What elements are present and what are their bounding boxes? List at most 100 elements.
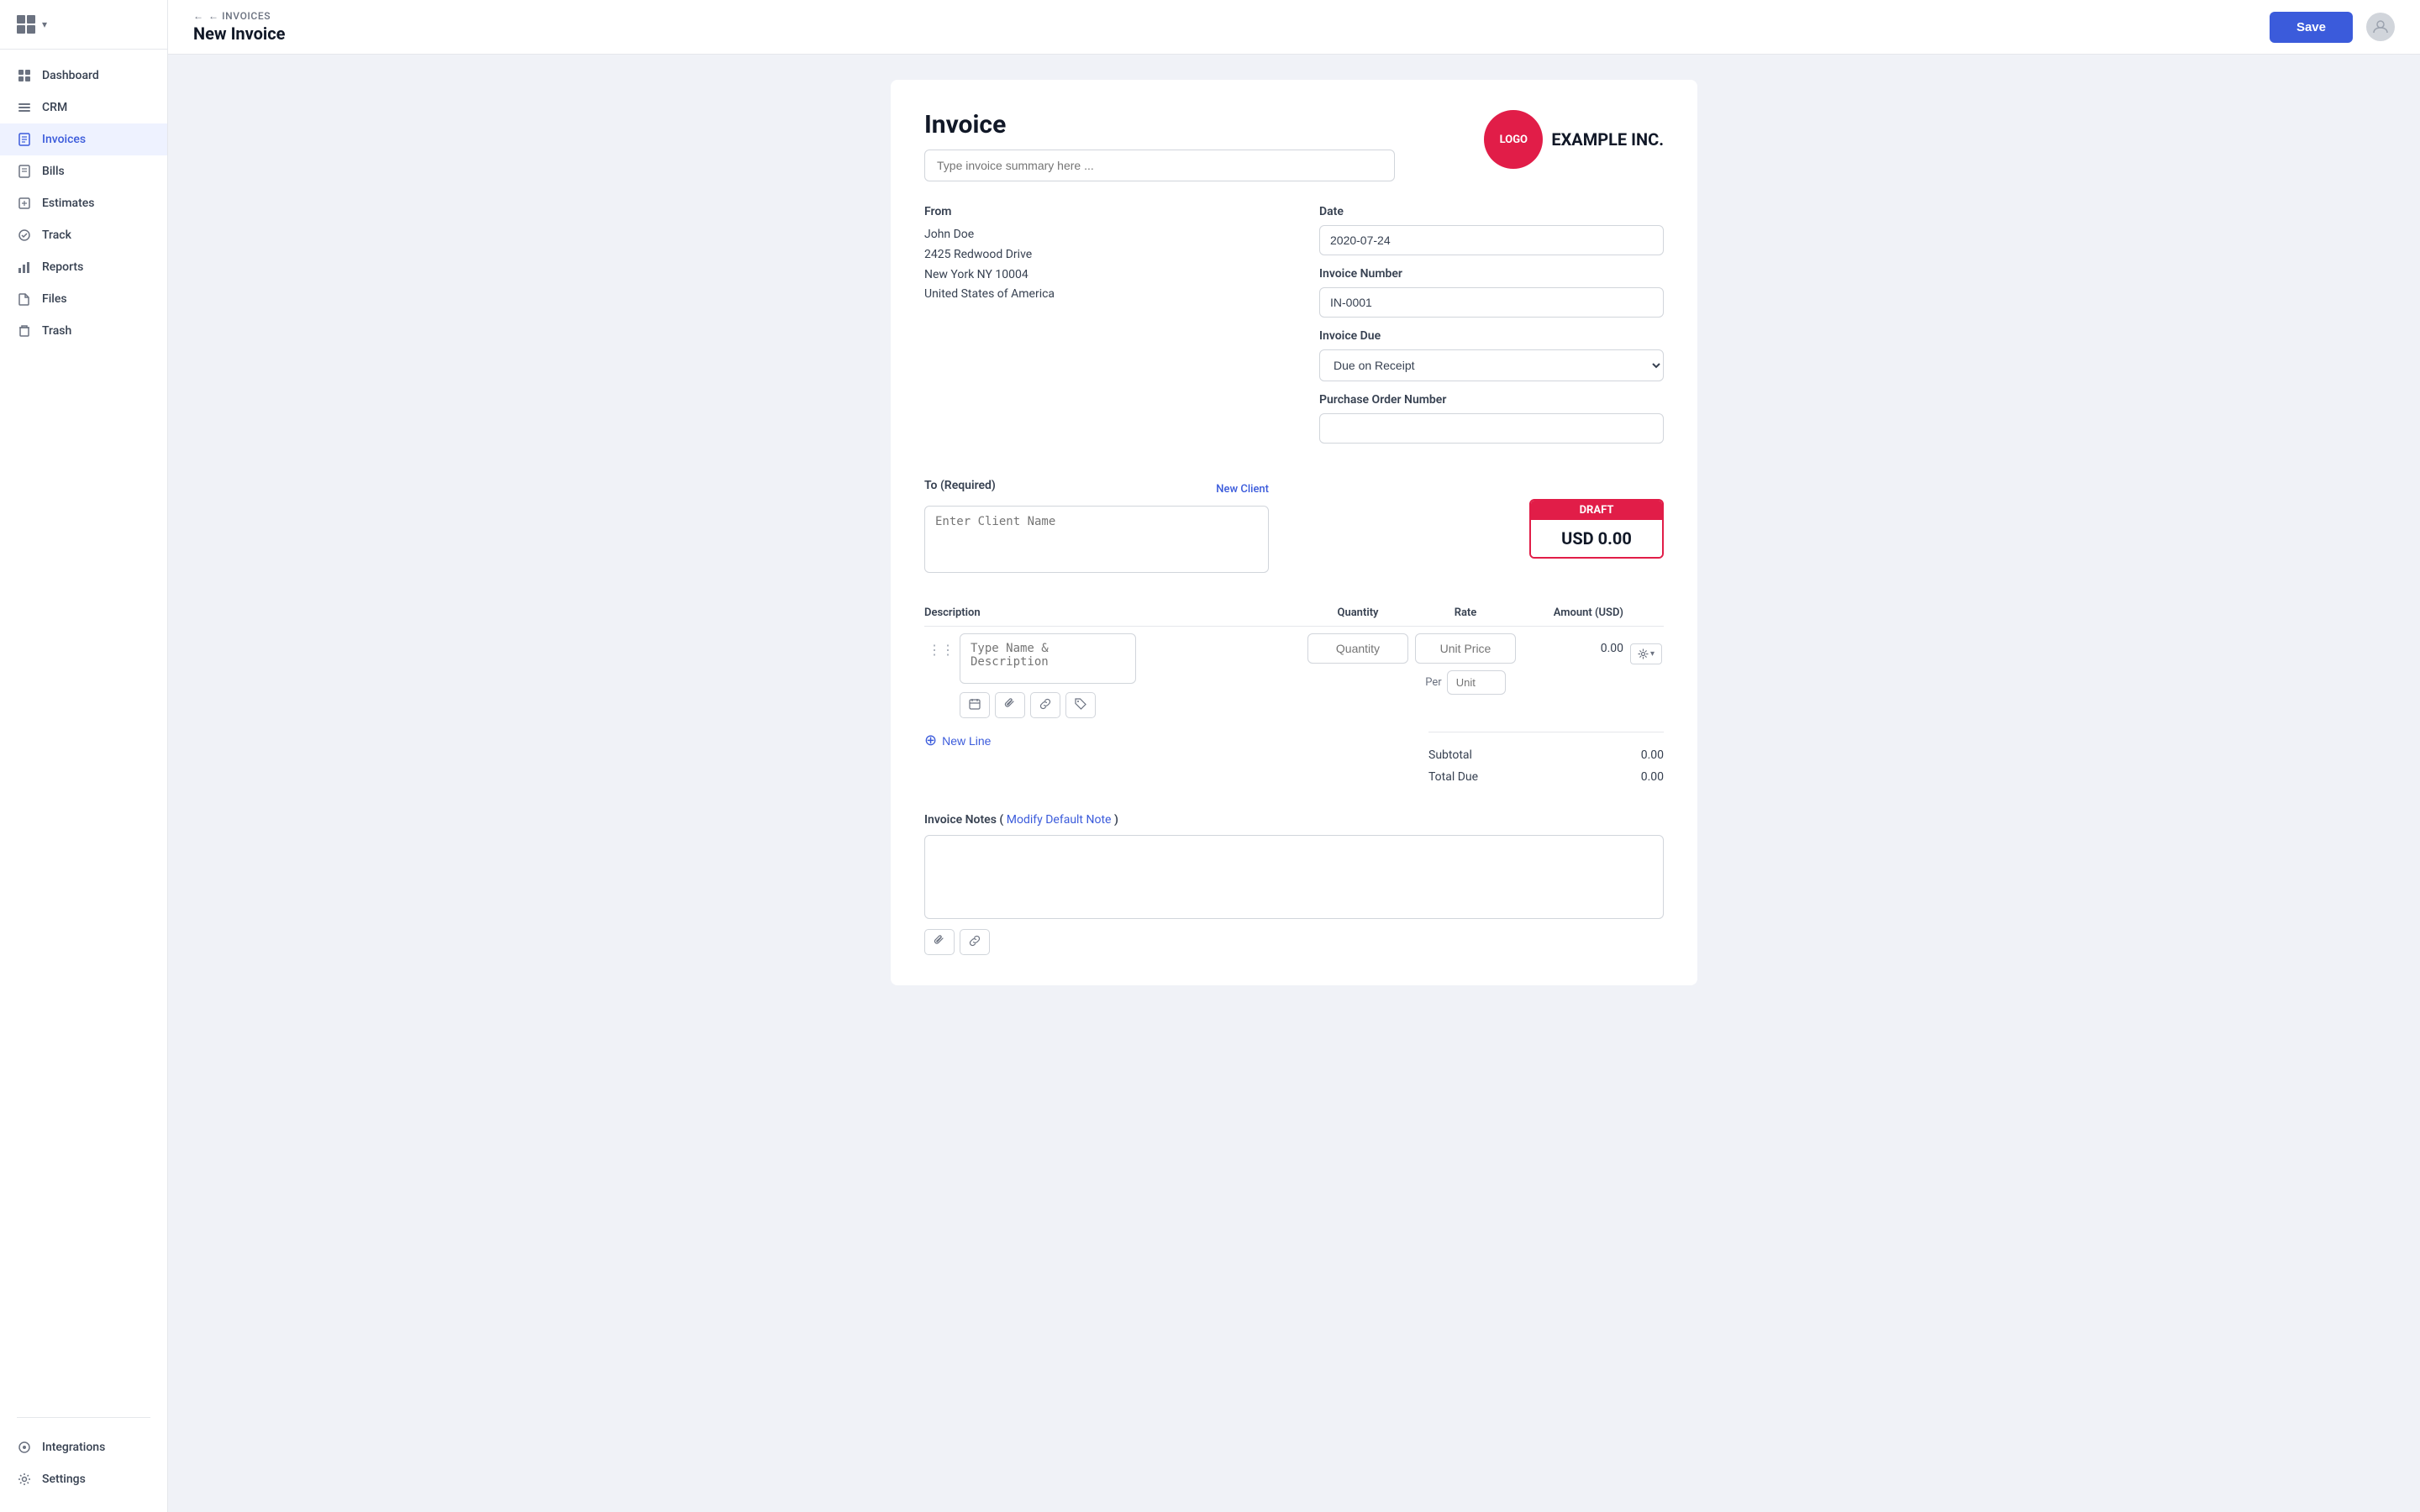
purchase-order-input[interactable] (1319, 413, 1664, 444)
draft-badge: DRAFT USD 0.00 (1529, 499, 1664, 559)
content-area: Invoice LOGO EXAMPLE INC. From John Doe … (168, 55, 2420, 1512)
modify-default-note-link[interactable]: Modify Default Note (1007, 813, 1112, 827)
sidebar-item-crm[interactable]: CRM (0, 92, 167, 123)
notes-toolbar (924, 929, 1664, 955)
trash-icon (17, 323, 32, 339)
total-due-row: Total Due 0.00 (1428, 766, 1664, 788)
item-toolbar (960, 692, 1301, 718)
sidebar-item-invoices[interactable]: Invoices (0, 123, 167, 155)
sidebar-item-settings[interactable]: Settings (0, 1463, 167, 1495)
client-name-textarea[interactable] (924, 506, 1269, 573)
track-icon (17, 228, 32, 243)
notes-link-btn[interactable] (960, 929, 990, 955)
from-name: John Doe (924, 225, 1269, 245)
purchase-order-field: Purchase Order Number (1319, 393, 1664, 444)
sidebar-item-label: Dashboard (42, 69, 99, 82)
dashboard-icon (17, 68, 32, 83)
sidebar-item-bills[interactable]: Bills (0, 155, 167, 187)
gear-cell: ▾ (1630, 633, 1664, 664)
line-amount: 0.00 (1601, 642, 1623, 655)
reports-icon (17, 260, 32, 275)
sidebar-item-label: CRM (42, 101, 67, 114)
notes-label: Invoice Notes (924, 813, 997, 827)
from-section: From John Doe 2425 Redwood Drive New Yor… (924, 205, 1269, 455)
col-description: Description (924, 606, 1301, 619)
crm-icon (17, 100, 32, 115)
sidebar-item-label: Integrations (42, 1441, 105, 1454)
from-date-section: From John Doe 2425 Redwood Drive New Yor… (924, 205, 1664, 455)
sidebar-item-files[interactable]: Files (0, 283, 167, 315)
notes-header: Invoice Notes ( Modify Default Note ) (924, 813, 1664, 827)
col-amount: Amount (USD) (1523, 606, 1623, 619)
invoice-card: Invoice LOGO EXAMPLE INC. From John Doe … (891, 80, 1697, 985)
company-logo: LOGO (1484, 110, 1543, 169)
quantity-cell (1307, 633, 1408, 664)
draft-badge-wrapper: DRAFT USD 0.00 (1319, 479, 1664, 559)
avatar[interactable] (2366, 13, 2395, 41)
total-due-value: 0.00 (1641, 770, 1664, 784)
sidebar-item-label: Settings (42, 1473, 86, 1486)
sidebar-item-integrations[interactable]: Integrations (0, 1431, 167, 1463)
subtotal-row: Subtotal 0.00 (1428, 744, 1664, 766)
bills-icon (17, 164, 32, 179)
notes-paren-open: ( (999, 813, 1003, 827)
from-address3: United States of America (924, 285, 1269, 305)
purchase-order-label: Purchase Order Number (1319, 393, 1664, 407)
draft-label: DRAFT (1531, 501, 1662, 520)
sidebar-item-label: Files (42, 292, 67, 306)
tag-icon-btn[interactable] (1065, 692, 1096, 718)
invoice-due-select[interactable]: Due on Receipt Net 15 Net 30 Net 60 Cust… (1319, 349, 1664, 381)
to-header: To (Required) New Client (924, 479, 1269, 499)
invoice-summary-input[interactable] (924, 150, 1395, 181)
invoice-due-field: Invoice Due Due on Receipt Net 15 Net 30… (1319, 329, 1664, 381)
unit-input[interactable] (1447, 670, 1506, 695)
link-icon-btn[interactable] (1030, 692, 1060, 718)
from-address: John Doe 2425 Redwood Drive New York NY … (924, 225, 1269, 305)
invoice-header: Invoice LOGO EXAMPLE INC. (924, 110, 1664, 181)
new-line-button[interactable]: ⊕ New Line (924, 725, 991, 756)
quantity-input[interactable] (1307, 633, 1408, 664)
new-client-link[interactable]: New Client (1216, 483, 1269, 496)
line-items-header: Description Quantity Rate Amount (USD) (924, 600, 1664, 627)
calendar-icon-btn[interactable] (960, 692, 990, 718)
paperclip-icon-btn[interactable] (995, 692, 1025, 718)
sidebar-item-track[interactable]: Track (0, 219, 167, 251)
invoice-heading-area: Invoice (924, 110, 1395, 181)
drag-handle-icon[interactable]: ⋮⋮ (924, 642, 955, 658)
sidebar-item-reports[interactable]: Reports (0, 251, 167, 283)
sidebar-item-trash[interactable]: Trash (0, 315, 167, 347)
main-area: ← ← INVOICES New Invoice Save Invoice (168, 0, 2420, 1512)
rate-input[interactable] (1415, 633, 1516, 664)
to-label: To (Required) (924, 479, 996, 492)
sidebar-item-label: Estimates (42, 197, 94, 210)
date-field: Date (1319, 205, 1664, 255)
breadcrumb-invoices[interactable]: ← INVOICES (208, 10, 271, 22)
rate-cell: Per (1415, 633, 1516, 695)
sidebar-logo[interactable]: ▾ (0, 0, 167, 50)
notes-paperclip-btn[interactable] (924, 929, 955, 955)
col-quantity: Quantity (1307, 606, 1408, 619)
invoices-icon (17, 132, 32, 147)
sidebar-item-estimates[interactable]: Estimates (0, 187, 167, 219)
notes-textarea[interactable] (924, 835, 1664, 919)
save-button[interactable]: Save (2270, 12, 2353, 43)
per-label: Per (1425, 676, 1441, 689)
from-address1: 2425 Redwood Drive (924, 245, 1269, 265)
breadcrumb[interactable]: ← ← INVOICES (193, 10, 285, 22)
integrations-icon (17, 1440, 32, 1455)
invoice-number-input[interactable] (1319, 287, 1664, 318)
topbar: ← ← INVOICES New Invoice Save (168, 0, 2420, 55)
gear-button[interactable]: ▾ (1630, 643, 1662, 664)
description-textarea[interactable] (960, 633, 1136, 684)
date-input[interactable] (1319, 225, 1664, 255)
files-icon (17, 291, 32, 307)
unit-row: Per (1425, 670, 1505, 695)
sidebar-nav: Dashboard CRM Invoices (0, 50, 167, 1410)
description-cell: ⋮⋮ (924, 633, 1301, 718)
gear-chevron: ▾ (1650, 649, 1655, 659)
sidebar-item-dashboard[interactable]: Dashboard (0, 60, 167, 92)
bottom-area: ⊕ New Line Subtotal 0.00 Total Due 0.00 (924, 725, 1664, 788)
invoice-number-label: Invoice Number (1319, 267, 1664, 281)
to-section: To (Required) New Client (924, 479, 1269, 576)
invoice-heading: Invoice (924, 110, 1395, 139)
